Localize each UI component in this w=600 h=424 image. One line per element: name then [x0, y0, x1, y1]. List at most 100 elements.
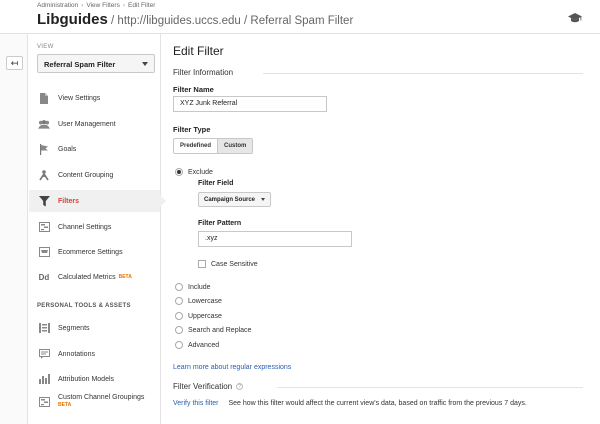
radio-exclude[interactable] — [175, 168, 183, 176]
sidebar-item-text: Custom Channel Groupings BETA — [58, 394, 144, 408]
admin-sidebar: VIEW Referral Spam Filter View Settings … — [29, 34, 166, 424]
sidebar-item-custom-channel-groupings[interactable]: Custom Channel Groupings BETA — [29, 394, 160, 420]
option-label: Lowercase — [188, 297, 222, 305]
sidebar-item-label: Attribution Models — [58, 375, 115, 383]
sidebar-item-label: Calculated Metrics — [58, 273, 116, 281]
sidebar-item-goals[interactable]: Goals — [29, 138, 160, 160]
property-view-path: / http://libguides.uccs.edu / Referral S… — [107, 15, 354, 27]
radio-include[interactable] — [175, 283, 183, 291]
sidebar-item-label: Content Grouping — [58, 171, 114, 179]
account-name: Libguides — [37, 11, 108, 28]
left-gutter — [0, 34, 28, 424]
sidebar-item-user-management[interactable]: User Management — [29, 113, 160, 135]
graduation-cap-icon[interactable] — [568, 11, 582, 23]
radio-search-replace[interactable] — [175, 326, 183, 334]
sidebar-item-label: Channel Settings — [58, 223, 112, 231]
help-icon[interactable]: ? — [236, 383, 244, 391]
breadcrumb-separator: › — [81, 2, 84, 9]
view-selector-value: Referral Spam Filter — [44, 60, 116, 69]
uppercase-option[interactable]: Uppercase — [175, 312, 222, 320]
sidebar-item-label: Ecommerce Settings — [58, 248, 123, 256]
search-replace-option[interactable]: Search and Replace — [175, 326, 251, 334]
sidebar-item-view-settings[interactable]: View Settings — [29, 87, 160, 109]
breadcrumb-separator: › — [122, 2, 126, 9]
filter-icon — [38, 195, 50, 207]
verify-row: Verify this filter See how this filter w… — [173, 400, 527, 407]
filter-verification-title: Filter Verification — [173, 382, 233, 391]
flag-icon — [38, 143, 50, 155]
section-divider — [263, 73, 583, 74]
breadcrumb-item[interactable]: Administration — [37, 2, 78, 9]
dd-icon: Dd — [38, 272, 50, 282]
sidebar-item-channel-settings[interactable]: Channel Settings — [29, 216, 160, 238]
sidebar-item-label: Custom Channel Groupings — [58, 394, 145, 401]
exclude-label: Exclude — [188, 168, 213, 176]
filter-field-dropdown[interactable]: Campaign Source — [198, 192, 272, 207]
filter-type-label: Filter Type — [173, 125, 211, 134]
regex-help-link[interactable]: Learn more about regular expressions — [173, 364, 291, 371]
verify-filter-link[interactable]: Verify this filter — [173, 400, 219, 407]
sidebar-item-annotations[interactable]: Annotations — [29, 343, 160, 365]
sidebar-item-label: User Management — [58, 120, 116, 128]
cart-icon — [38, 246, 50, 258]
personal-tools-heading: PERSONAL TOOLS & ASSETS — [37, 303, 131, 309]
option-label: Include — [188, 283, 211, 291]
case-sensitive-label: Case Sensitive — [211, 260, 258, 268]
filter-type-custom[interactable]: Custom — [217, 139, 253, 153]
beta-badge: BETA — [58, 402, 72, 408]
chevron-down-icon — [261, 198, 266, 201]
person-icon — [38, 169, 50, 181]
sidebar-item-content-grouping[interactable]: Content Grouping — [29, 164, 160, 186]
filter-name-input[interactable]: XYZ Junk Referral — [173, 96, 327, 112]
segments-icon — [38, 322, 50, 334]
section-divider — [277, 387, 583, 388]
filter-verification-heading: Filter Verification? — [173, 382, 244, 391]
filter-pattern-label: Filter Pattern — [198, 220, 242, 227]
breadcrumb-item[interactable]: View Filters — [86, 2, 119, 9]
sidebar-item-calculated-metrics[interactable]: Dd Calculated Metrics BETA — [29, 266, 160, 288]
channel-icon — [38, 221, 50, 233]
filter-type-predefined[interactable]: Predefined — [174, 139, 218, 153]
view-selector[interactable]: Referral Spam Filter — [37, 54, 155, 73]
radio-advanced[interactable] — [175, 341, 183, 349]
option-label: Uppercase — [188, 312, 222, 320]
case-sensitive-checkbox[interactable] — [198, 260, 206, 268]
filter-name-label: Filter Name — [173, 85, 214, 94]
breadcrumb: Administration › View Filters › Edit Fil… — [37, 2, 155, 9]
view-label: VIEW — [37, 44, 54, 50]
back-button[interactable]: ↤ — [6, 56, 23, 70]
radio-lowercase[interactable] — [175, 297, 183, 305]
filter-information-heading: Filter Information — [173, 68, 234, 77]
option-label: Search and Replace — [188, 326, 252, 334]
sidebar-item-label: Segments — [58, 324, 90, 332]
advanced-option[interactable]: Advanced — [175, 341, 219, 349]
verify-description: See how this filter would affect the cur… — [228, 400, 527, 407]
sidebar-item-label: Annotations — [58, 350, 95, 358]
lowercase-option[interactable]: Lowercase — [175, 297, 222, 305]
sidebar-item-label: Filters — [58, 197, 80, 205]
include-option[interactable]: Include — [175, 283, 211, 291]
filter-field-label: Filter Field — [198, 180, 234, 187]
page-title: Edit Filter — [173, 44, 224, 58]
chevron-down-icon — [142, 62, 148, 66]
sidebar-item-filters[interactable]: Filters — [29, 190, 166, 212]
option-label: Advanced — [188, 341, 220, 349]
sidebar-item-ecommerce-settings[interactable]: Ecommerce Settings — [29, 241, 160, 263]
filter-pattern-input[interactable]: .xyz — [198, 231, 352, 247]
filter-field-value: Campaign Source — [204, 196, 256, 203]
back-arrow-icon: ↤ — [10, 57, 19, 68]
radio-uppercase[interactable] — [175, 312, 183, 320]
document-icon — [38, 92, 50, 104]
sidebar-item-attribution-models[interactable]: Attribution Models — [29, 368, 160, 390]
breadcrumb-item: Edit Filter — [128, 2, 156, 9]
annotation-icon — [38, 348, 50, 360]
sidebar-item-segments[interactable]: Segments — [29, 317, 160, 339]
bar-chart-icon — [38, 373, 50, 385]
channel-icon — [38, 396, 50, 408]
page-header-title: Libguides / http://libguides.uccs.edu / … — [37, 11, 353, 28]
beta-badge: BETA — [118, 274, 132, 280]
sidebar-item-label: Goals — [58, 145, 77, 153]
case-sensitive-option[interactable]: Case Sensitive — [198, 260, 258, 268]
exclude-option[interactable]: Exclude — [175, 168, 213, 176]
users-icon — [38, 118, 50, 130]
